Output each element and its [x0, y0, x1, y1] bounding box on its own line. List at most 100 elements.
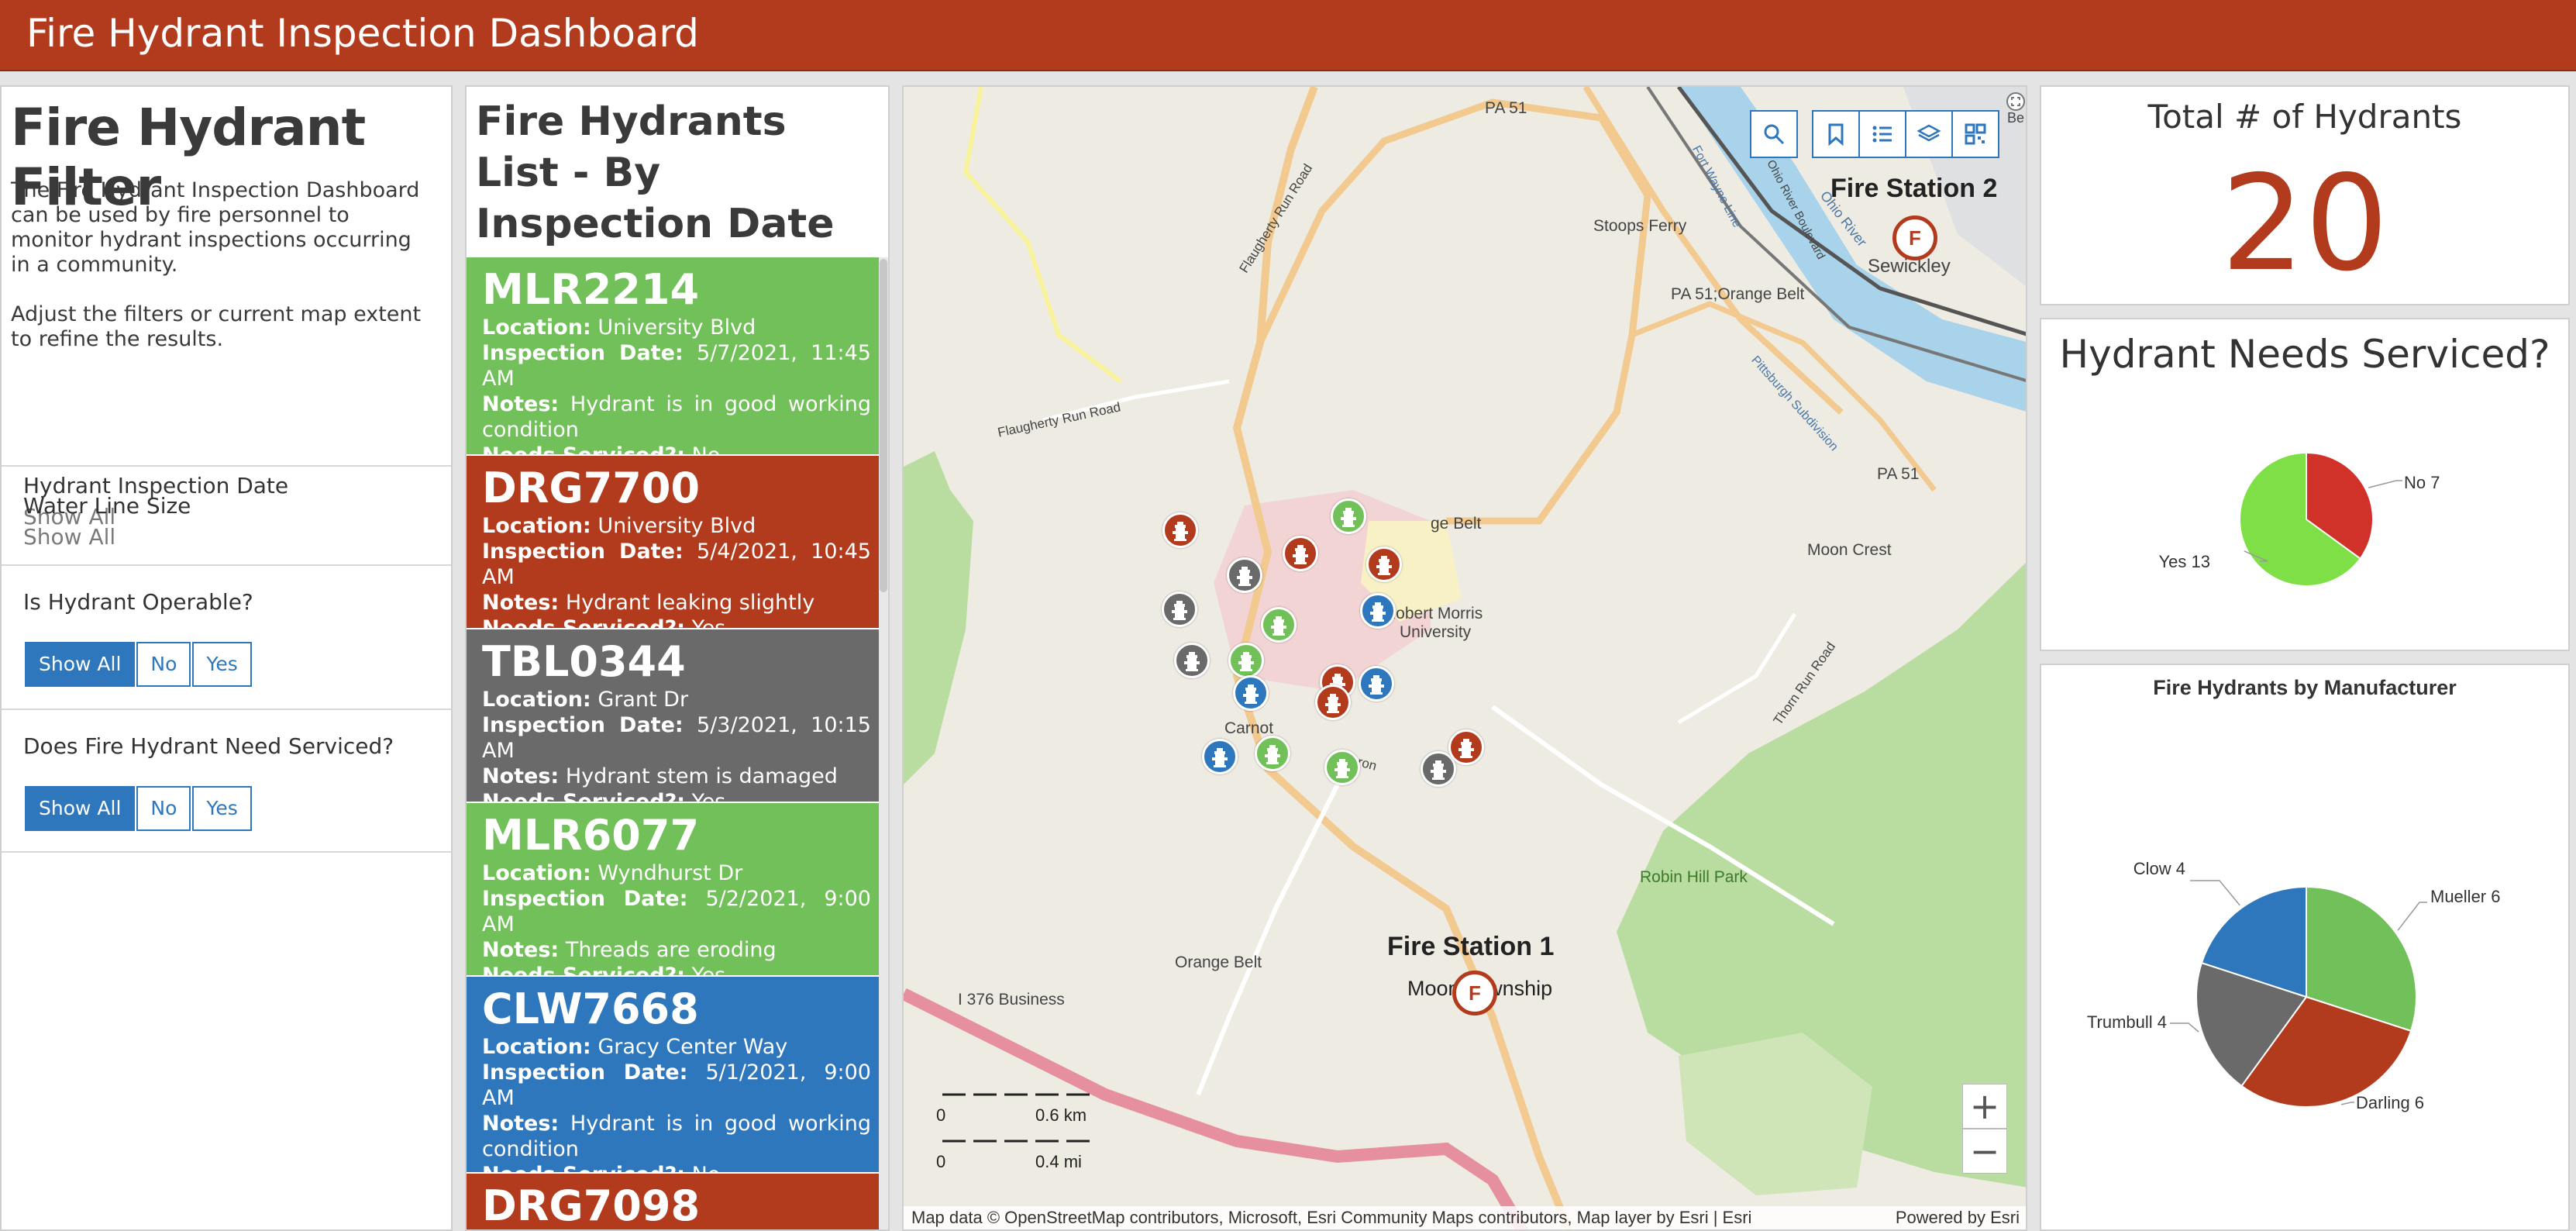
hydrant-location-row: Location: Wyndhurst Dr: [482, 860, 871, 886]
hydrant-marker[interactable]: [1261, 607, 1297, 643]
operable-button-group: Show All No Yes: [25, 642, 252, 687]
map-label-orange-belt-bottom: Orange Belt: [1175, 953, 1262, 971]
map-widget-toolbar: [1812, 110, 1999, 158]
hydrant-marker[interactable]: [1228, 643, 1264, 678]
serviced-yes-button[interactable]: Yes: [192, 786, 252, 831]
manufacturer-pie-label-trumbull: Trumbull 4: [2087, 1012, 2167, 1032]
operable-show-all-button[interactable]: Show All: [25, 642, 136, 687]
map-basemap: [904, 87, 2026, 1229]
hydrant-marker[interactable]: [1315, 684, 1351, 720]
hydrant-icon: [1370, 602, 1386, 622]
manufacturer-pie-leader-line: [2190, 880, 2240, 906]
operable-yes-button[interactable]: Yes: [192, 642, 252, 687]
hydrant-notes-row: Notes: Hydrant is in good working condit…: [482, 1111, 871, 1162]
manufacturer-pie-leader-line: [2340, 1102, 2354, 1105]
hydrant-location-row: Location: Grant Dr: [482, 687, 871, 712]
map-label-stoops-ferry: Stoops Ferry: [1593, 217, 1687, 235]
filter-serviced-section: Does Fire Hydrant Need Serviced? Show Al…: [2, 709, 451, 853]
hydrant-icon: [1238, 652, 1254, 671]
hydrant-inspection-date-label: Inspection Date:: [482, 1060, 688, 1084]
hydrant-marker[interactable]: [1448, 729, 1484, 765]
app-title: Fire Hydrant Inspection Dashboard: [26, 11, 699, 56]
hydrant-marker[interactable]: [1366, 547, 1402, 582]
zoom-out-button[interactable]: −: [1962, 1129, 2007, 1174]
map-view[interactable]: PA 51 Flaugherty Run Road Flaugherty Run…: [902, 85, 2027, 1231]
hydrant-notes-value: Hydrant stem is damaged: [565, 764, 838, 788]
hydrant-marker[interactable]: [1227, 557, 1262, 593]
list-icon[interactable]: [1858, 110, 1906, 158]
hydrant-id: CLW7668: [482, 984, 699, 1033]
fire-station-2-label: Fire Station 2: [1830, 174, 1998, 203]
hydrant-card[interactable]: DRG7700 Location: University Blvd Inspecti…: [467, 456, 880, 640]
hydrant-icon: [1376, 556, 1392, 575]
needs-pie-label-no: No 7: [2404, 473, 2440, 492]
filter-description-text-2: Adjust the filters or current map extent…: [11, 302, 422, 351]
powered-by-esri[interactable]: Powered by Esri: [1896, 1206, 2020, 1229]
hydrant-location-label: Location:: [482, 514, 591, 538]
hydrant-card[interactable]: TBL0344 Location: Grant Dr Inspection Date…: [467, 629, 880, 814]
filter-water-section[interactable]: Water Line Size Show All: [2, 465, 451, 564]
fullscreen-icon[interactable]: [2006, 91, 2026, 116]
layers-icon[interactable]: [1905, 110, 1953, 158]
map-label-robert-morris: Robert Morris: [1384, 605, 1483, 622]
hydrant-marker[interactable]: [1360, 593, 1396, 629]
hydrant-icon: [1172, 601, 1187, 620]
map-label-pa51-right: PA 51: [1877, 465, 1920, 483]
zoom-in-button[interactable]: +: [1962, 1084, 2007, 1129]
hydrant-location-label: Location:: [482, 861, 591, 885]
map-label-orange-belt-top: ge Belt: [1431, 515, 1482, 533]
hydrant-notes-label: Notes:: [482, 938, 560, 962]
hydrant-location-row: Location: University Blvd: [482, 513, 871, 539]
map-label-robin-hill-park: Robin Hill Park: [1640, 868, 1748, 886]
map-label-university: University: [1400, 623, 1472, 641]
hydrant-marker[interactable]: [1283, 536, 1318, 571]
list-scrollbar-thumb[interactable]: [880, 259, 887, 592]
hydrant-icon: [1325, 694, 1341, 713]
hydrant-marker[interactable]: [1233, 675, 1269, 711]
manufacturer-pie-leader-line: [2170, 1022, 2199, 1033]
qr-code-icon[interactable]: [1951, 110, 1999, 158]
hydrant-marker[interactable]: [1202, 739, 1238, 774]
fire-station-1-marker[interactable]: F: [1452, 971, 1497, 1015]
hydrant-notes-label: Notes:: [482, 392, 560, 416]
hydrant-card[interactable]: DRG7098: [467, 1174, 880, 1229]
hydrant-inspection-date-label: Inspection Date:: [482, 341, 684, 365]
hydrant-marker[interactable]: [1324, 750, 1360, 785]
hydrant-inspection-date-row: Inspection Date: 5/2/2021, 9:00 AM: [482, 886, 871, 937]
hydrant-notes-value: Hydrant leaking slightly: [565, 591, 815, 615]
serviced-show-all-button[interactable]: Show All: [25, 786, 136, 831]
hydrant-marker[interactable]: [1331, 498, 1366, 534]
manufacturer-pie-chart: Mueller 6 Darling 6 Trumbull 4 Clow 4: [2087, 859, 2501, 1112]
manufacturer-pie-label-clow: Clow 4: [2133, 859, 2185, 878]
fire-station-2-marker[interactable]: F: [1892, 216, 1937, 260]
hydrant-notes-value: Threads are eroding: [565, 938, 777, 962]
hydrant-location-value: University Blvd: [598, 316, 756, 340]
water-filter-value[interactable]: Show All: [23, 524, 115, 550]
total-hydrants-panel: Total # of Hydrants 20: [2040, 85, 2570, 305]
needs-pie-label-yes: Yes 13: [2159, 552, 2210, 571]
water-filter-label: Water Line Size: [23, 493, 191, 519]
hydrant-card[interactable]: MLR2214 Location: University Blvd Inspecti…: [467, 257, 880, 467]
hydrant-location-row: Location: Gracy Center Way: [482, 1034, 871, 1060]
hydrant-card[interactable]: CLW7668 Location: Gracy Center Way Inspect…: [467, 977, 880, 1187]
hydrant-marker[interactable]: [1174, 643, 1210, 678]
hydrant-marker[interactable]: [1162, 512, 1198, 548]
manufacturer-panel: Fire Hydrants by Manufacturer Mueller 6D…: [2040, 664, 2570, 1231]
hydrant-notes-row: Notes: Hydrant is in good working condit…: [482, 391, 871, 443]
total-title: Total # of Hydrants: [2147, 98, 2462, 136]
hydrant-card[interactable]: MLR6077 Location: Wyndhurst Dr Inspection …: [467, 803, 880, 988]
hydrant-icon: [1237, 567, 1252, 586]
scale-km-zero: 0: [936, 1105, 946, 1125]
hydrant-marker[interactable]: [1162, 591, 1197, 627]
operable-no-button[interactable]: No: [136, 642, 191, 687]
search-icon[interactable]: [1750, 110, 1798, 158]
filter-description-text-1: The Fire Hydrant Inspection Dashboard ca…: [11, 178, 420, 277]
filter-description: The Fire Hydrant Inspection Dashboard ca…: [11, 178, 437, 352]
bookmark-icon[interactable]: [1812, 110, 1860, 158]
scale-mi-zero: 0: [936, 1152, 946, 1171]
hydrant-marker[interactable]: [1359, 666, 1394, 702]
hydrant-marker[interactable]: [1255, 736, 1290, 771]
serviced-no-button[interactable]: No: [136, 786, 191, 831]
hydrant-icon: [1212, 748, 1228, 767]
hydrant-inspection-date-row: Inspection Date: 5/3/2021, 10:15 AM: [482, 712, 871, 764]
